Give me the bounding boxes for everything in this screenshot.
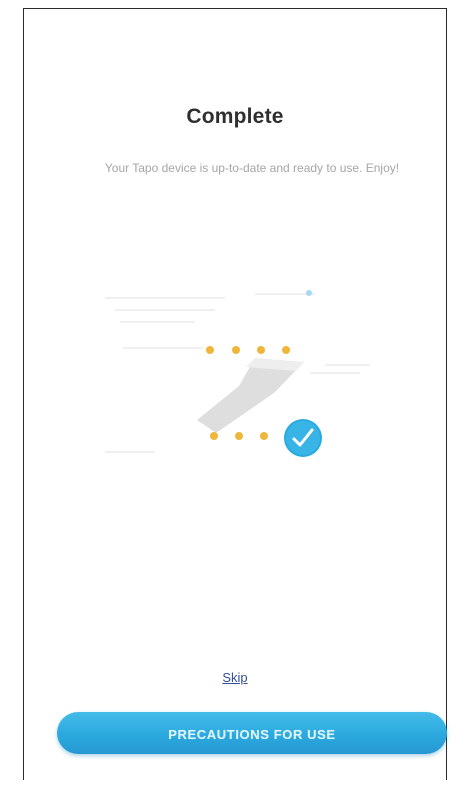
update-complete-screen: Complete Your Tapo device is up-to-date … xyxy=(0,0,470,788)
precautions-for-use-button[interactable]: PRECAUTIONS FOR USE xyxy=(57,712,447,754)
faint-background-lines xyxy=(105,293,370,453)
top-dot-4 xyxy=(282,346,290,354)
skip-link[interactable]: Skip xyxy=(0,670,470,685)
precautions-for-use-label: PRECAUTIONS FOR USE xyxy=(168,726,336,742)
top-dot-1 xyxy=(206,346,214,354)
bottom-dot-row xyxy=(210,432,268,440)
page-title: Complete xyxy=(186,105,284,128)
small-blue-dot xyxy=(306,290,312,296)
bottom-dot-2 xyxy=(235,432,243,440)
top-dot-3 xyxy=(257,346,265,354)
bottom-dot-3 xyxy=(260,432,268,440)
top-dot-2 xyxy=(232,346,240,354)
firmware-update-complete-illustration xyxy=(105,290,370,457)
check-circle-icon xyxy=(284,419,322,457)
top-dot-row xyxy=(206,346,290,354)
bottom-dot-1 xyxy=(210,432,218,440)
page-subtitle: Your Tapo device is up-to-date and ready… xyxy=(104,161,400,175)
progress-stripe xyxy=(197,358,304,433)
